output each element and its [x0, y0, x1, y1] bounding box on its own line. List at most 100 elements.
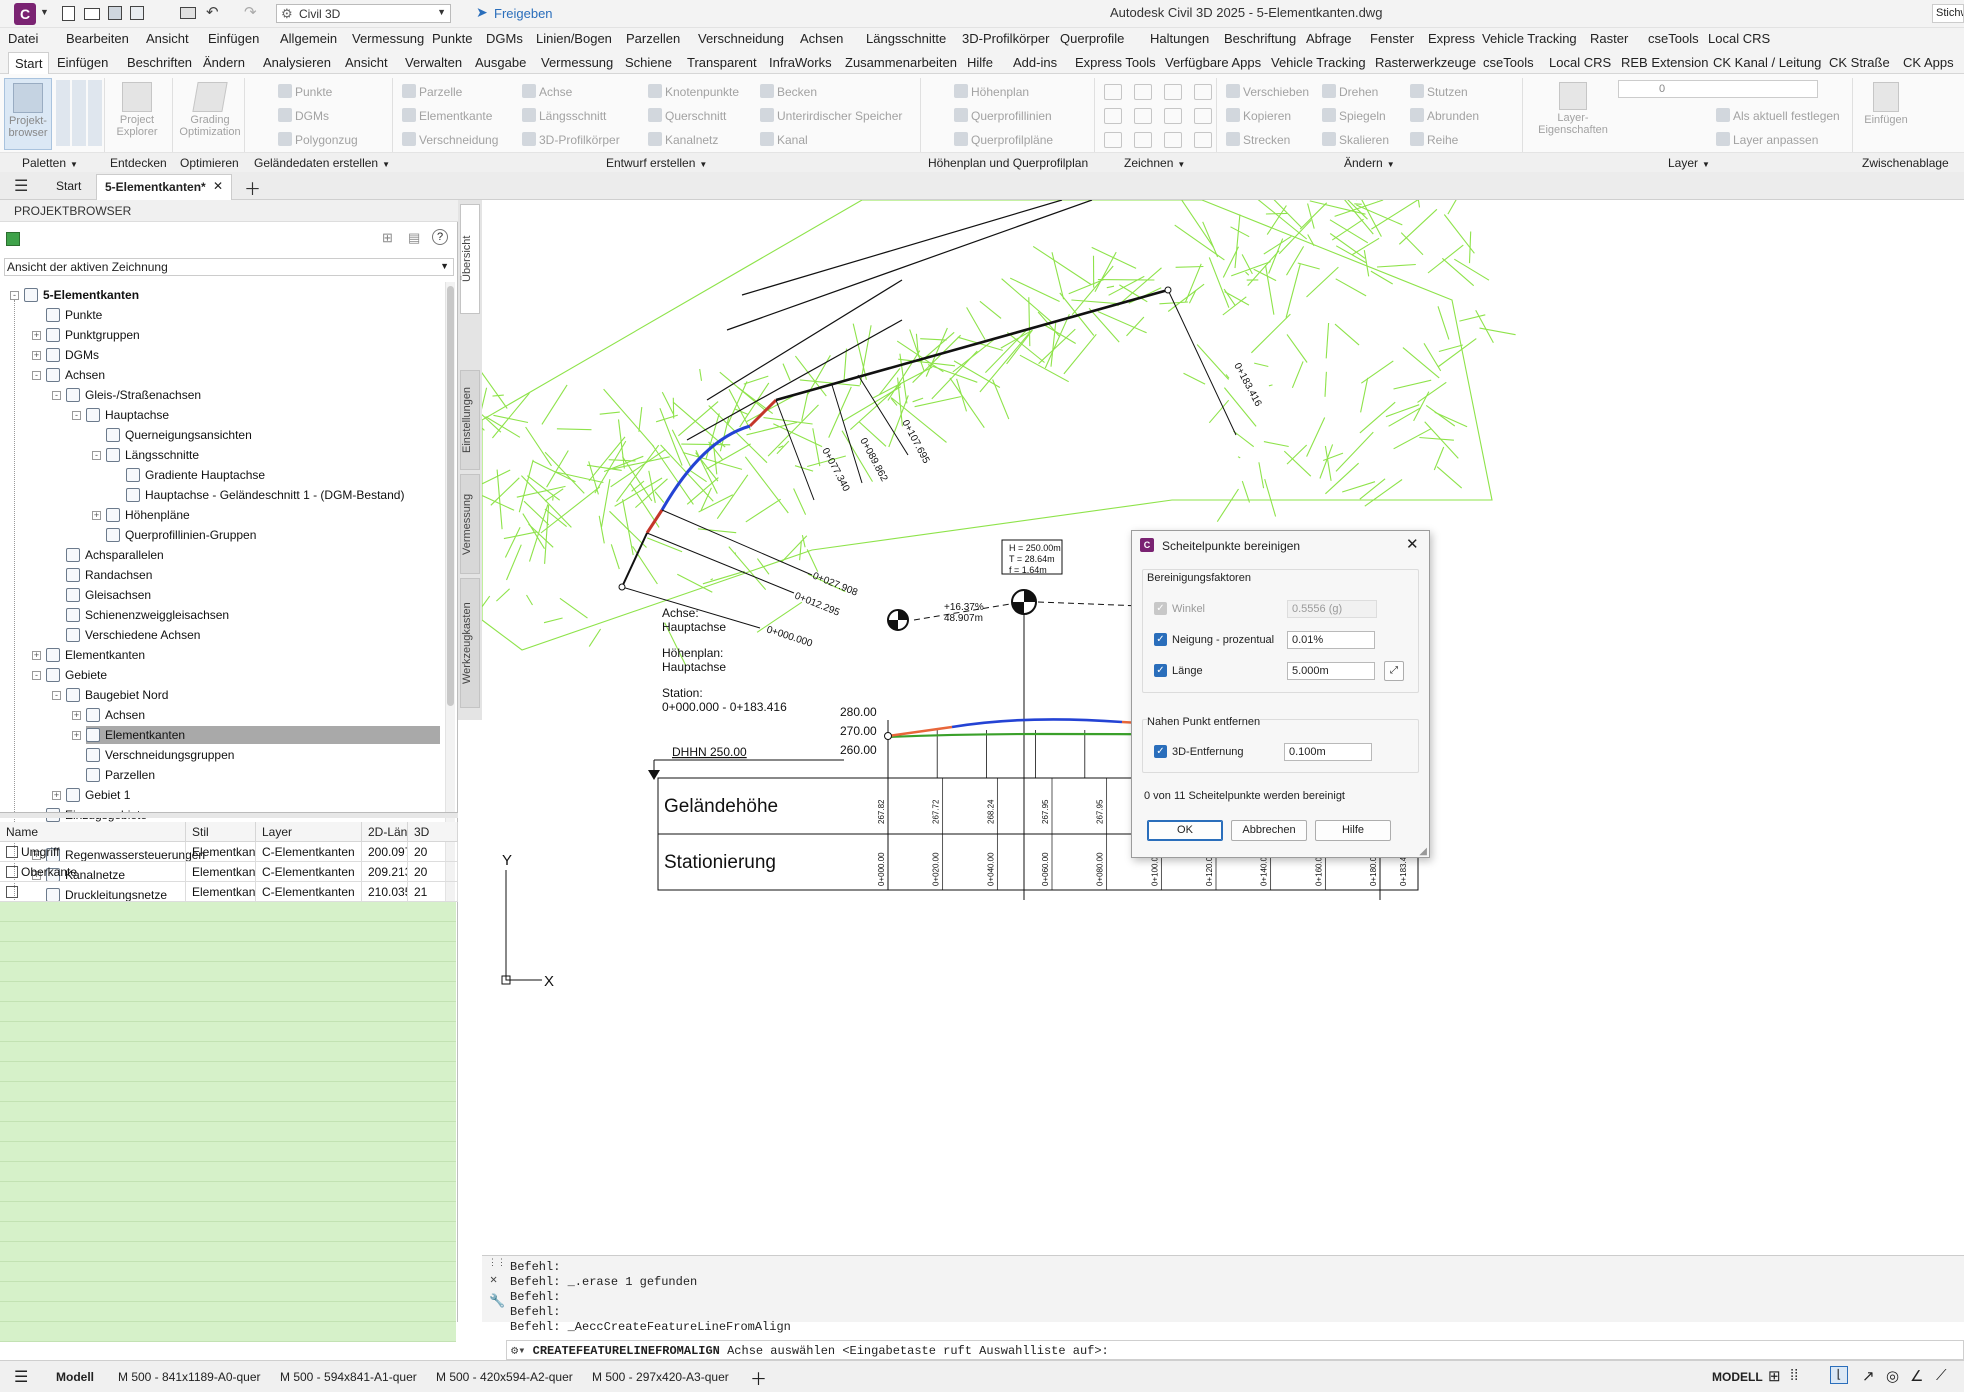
tree-node-elementkanten[interactable]: Elementkanten — [46, 646, 145, 664]
ribbon-panel-hoehenplan-und-querprofilplan[interactable]: Höhenplan und Querprofilplan — [928, 156, 1088, 170]
save-as-icon[interactable] — [130, 6, 144, 20]
menu-parzellen[interactable]: Parzellen — [626, 31, 680, 46]
command-close-icon[interactable]: ✕ — [490, 1272, 497, 1287]
grading-optimization-button[interactable]: Grading Optimization — [178, 78, 242, 150]
ribbon-tab-aendern[interactable]: Ändern — [200, 54, 248, 71]
redo-icon[interactable]: ↷ — [244, 3, 257, 21]
tree-node-elementkanten[interactable]: Elementkanten — [86, 726, 440, 744]
ribbon-tab-local-crs[interactable]: Local CRS — [1546, 54, 1614, 71]
view-select[interactable]: Ansicht der aktiven Zeichnung ▼ — [4, 258, 454, 276]
tree-node-parzellen[interactable]: Parzellen — [86, 766, 155, 784]
ribbon-tab-zusammenarbeiten[interactable]: Zusammenarbeiten — [842, 54, 960, 71]
tree-expander-icon[interactable]: + — [32, 331, 41, 340]
3d-distance-checkbox[interactable]: ✓ — [1154, 745, 1167, 758]
tree-node-baugebiet-nord[interactable]: Baugebiet Nord — [66, 686, 168, 704]
ribbon-tab-rasterwerkzeuge[interactable]: Rasterwerkzeuge — [1372, 54, 1479, 71]
menu-laengsschnitte[interactable]: Längsschnitte — [866, 31, 946, 46]
column-header-name[interactable]: Name — [0, 822, 186, 842]
ribbon-tool-verschneidung[interactable]: Verschneidung — [402, 132, 498, 147]
ribbon-tab-schiene[interactable]: Schiene — [622, 54, 675, 71]
tree-node-punktgruppen[interactable]: Punktgruppen — [46, 326, 140, 344]
new-file-icon[interactable] — [62, 6, 75, 21]
laenge-checkbox[interactable]: ✓ — [1154, 664, 1167, 677]
table-cell[interactable]: C-Elementkanten — [256, 882, 362, 902]
start-tab[interactable]: Start — [56, 179, 81, 193]
table-cell[interactable]: Elementkan — [186, 842, 256, 862]
neigung-checkbox[interactable]: ✓ — [1154, 633, 1167, 646]
ribbon-tab-ck-apps[interactable]: CK Apps — [1900, 54, 1957, 71]
table-cell[interactable]: C-Elementkanten — [256, 842, 362, 862]
ribbon-tab-verwalten[interactable]: Verwalten — [402, 54, 465, 71]
menu-abfrage[interactable]: Abfrage — [1306, 31, 1352, 46]
draw-tool-icon[interactable] — [1194, 108, 1212, 124]
tree-node-hoehenplaene[interactable]: Höhenpläne — [106, 506, 190, 524]
tree-expander-icon[interactable]: - — [72, 411, 81, 420]
ribbon-tool-skalieren[interactable]: Skalieren — [1322, 132, 1389, 147]
layout-tab-m-500-420x594-a2-quer[interactable]: M 500 - 420x594-A2-quer — [436, 1370, 573, 1384]
ribbon-panel-paletten[interactable]: Paletten ▼ — [22, 156, 78, 170]
tree-expander-icon[interactable]: + — [72, 711, 81, 720]
winkel-input[interactable]: 0.5556 (g) — [1287, 600, 1377, 618]
menu-linien-bogen[interactable]: Linien/Bogen — [536, 31, 612, 46]
menu-vehicle-tracking[interactable]: Vehicle Tracking — [1482, 31, 1577, 46]
ok-button[interactable]: OK — [1147, 820, 1223, 841]
browser-list-icon[interactable]: ▤ — [408, 230, 420, 246]
draw-tool-icon[interactable] — [1164, 108, 1182, 124]
draw-tool-icon[interactable] — [1104, 132, 1122, 148]
ribbon-tool-unterirdischer-speicher[interactable]: Unterirdischer Speicher — [760, 108, 902, 123]
layout-menu-icon[interactable]: ☰ — [14, 1367, 28, 1387]
tree-node-punkte[interactable]: Punkte — [46, 306, 102, 324]
tree-expander-icon[interactable]: - — [92, 451, 101, 460]
menu-express[interactable]: Express — [1428, 31, 1475, 46]
tree-expander-icon[interactable]: - — [32, 671, 41, 680]
ribbon-panel-optimieren[interactable]: Optimieren — [180, 156, 239, 170]
ribbon-tool-spiegeln[interactable]: Spiegeln — [1322, 108, 1386, 123]
ribbon-tool-kanal[interactable]: Kanal — [760, 132, 808, 147]
otrack-icon[interactable]: ∠ — [1910, 1367, 1923, 1385]
splitter-handle[interactable] — [0, 812, 458, 818]
ribbon-tab-vermessung[interactable]: Vermessung — [538, 54, 616, 71]
table-cell[interactable]: 20 — [408, 862, 458, 882]
projektbrowser-button[interactable]: Projekt- browser — [4, 78, 52, 150]
layout-tab-m-500-841x1189-a0-quer[interactable]: M 500 - 841x1189-A0-quer — [118, 1370, 261, 1384]
ribbon-tool-dgms[interactable]: DGMs — [278, 108, 329, 123]
menu-beschriftung[interactable]: Beschriftung — [1224, 31, 1296, 46]
ribbon-tool-kanalnetz[interactable]: Kanalnetz — [648, 132, 718, 147]
tree-expander-icon[interactable]: + — [32, 351, 41, 360]
draw-tool-icon[interactable] — [1164, 132, 1182, 148]
draw-tool-icon[interactable] — [1194, 132, 1212, 148]
help-button[interactable]: Hilfe — [1315, 820, 1391, 841]
ribbon-tab-start[interactable]: Start — [8, 52, 50, 74]
tree-scrollbar-thumb[interactable] — [447, 286, 454, 706]
menu-ansicht[interactable]: Ansicht — [146, 31, 189, 46]
app-menu-arrow-icon[interactable]: ▼ — [40, 7, 49, 17]
dialog-close-icon[interactable]: ✕ — [1406, 535, 1419, 553]
workspace-select[interactable]: ⚙ Civil 3D ▼ — [276, 4, 451, 23]
menu-dgms[interactable]: DGMs — [486, 31, 523, 46]
ribbon-tool-3d-profilkoerper[interactable]: 3D-Profilkörper — [522, 132, 620, 147]
ribbon-tab-ausgabe[interactable]: Ausgabe — [472, 54, 529, 71]
tree-node-laengsschnitte[interactable]: Längsschnitte — [106, 446, 199, 464]
ribbon-tab-analysieren[interactable]: Analysieren — [260, 54, 334, 71]
ribbon-tool-polygonzug[interactable]: Polygonzug — [278, 132, 358, 147]
open-file-icon[interactable] — [84, 8, 100, 20]
ribbon-tool-abrunden[interactable]: Abrunden — [1410, 108, 1479, 123]
ribbon-tool-querprofilplaene[interactable]: Querprofilpläne — [954, 132, 1053, 147]
menu-csetools[interactable]: cseTools — [1648, 31, 1699, 46]
draw-tool-icon[interactable] — [1134, 132, 1152, 148]
ribbon-tool-becken[interactable]: Becken — [760, 84, 817, 99]
more-status-icon[interactable]: ⟋ — [1936, 1367, 1947, 1384]
menu-raster[interactable]: Raster — [1590, 31, 1628, 46]
paste-button[interactable]: Einfügen — [1858, 78, 1914, 150]
project-explorer-button[interactable]: Project Explorer — [110, 78, 164, 150]
ribbon-tool-achse[interactable]: Achse — [522, 84, 572, 99]
resize-grip-icon[interactable]: ◢ — [1419, 846, 1427, 857]
tree-expander-icon[interactable]: - — [32, 371, 41, 380]
save-icon[interactable] — [108, 6, 122, 20]
menu-datei[interactable]: Datei — [8, 31, 38, 46]
ribbon-tool-kopieren[interactable]: Kopieren — [1226, 108, 1291, 123]
ribbon-panel-zwischenablage[interactable]: Zwischenablage — [1862, 156, 1949, 170]
layer-properties-button[interactable]: Layer- Eigenschaften — [1538, 78, 1608, 150]
cancel-button[interactable]: Abbrechen — [1231, 820, 1307, 841]
undo-icon[interactable]: ↶ — [206, 3, 219, 21]
